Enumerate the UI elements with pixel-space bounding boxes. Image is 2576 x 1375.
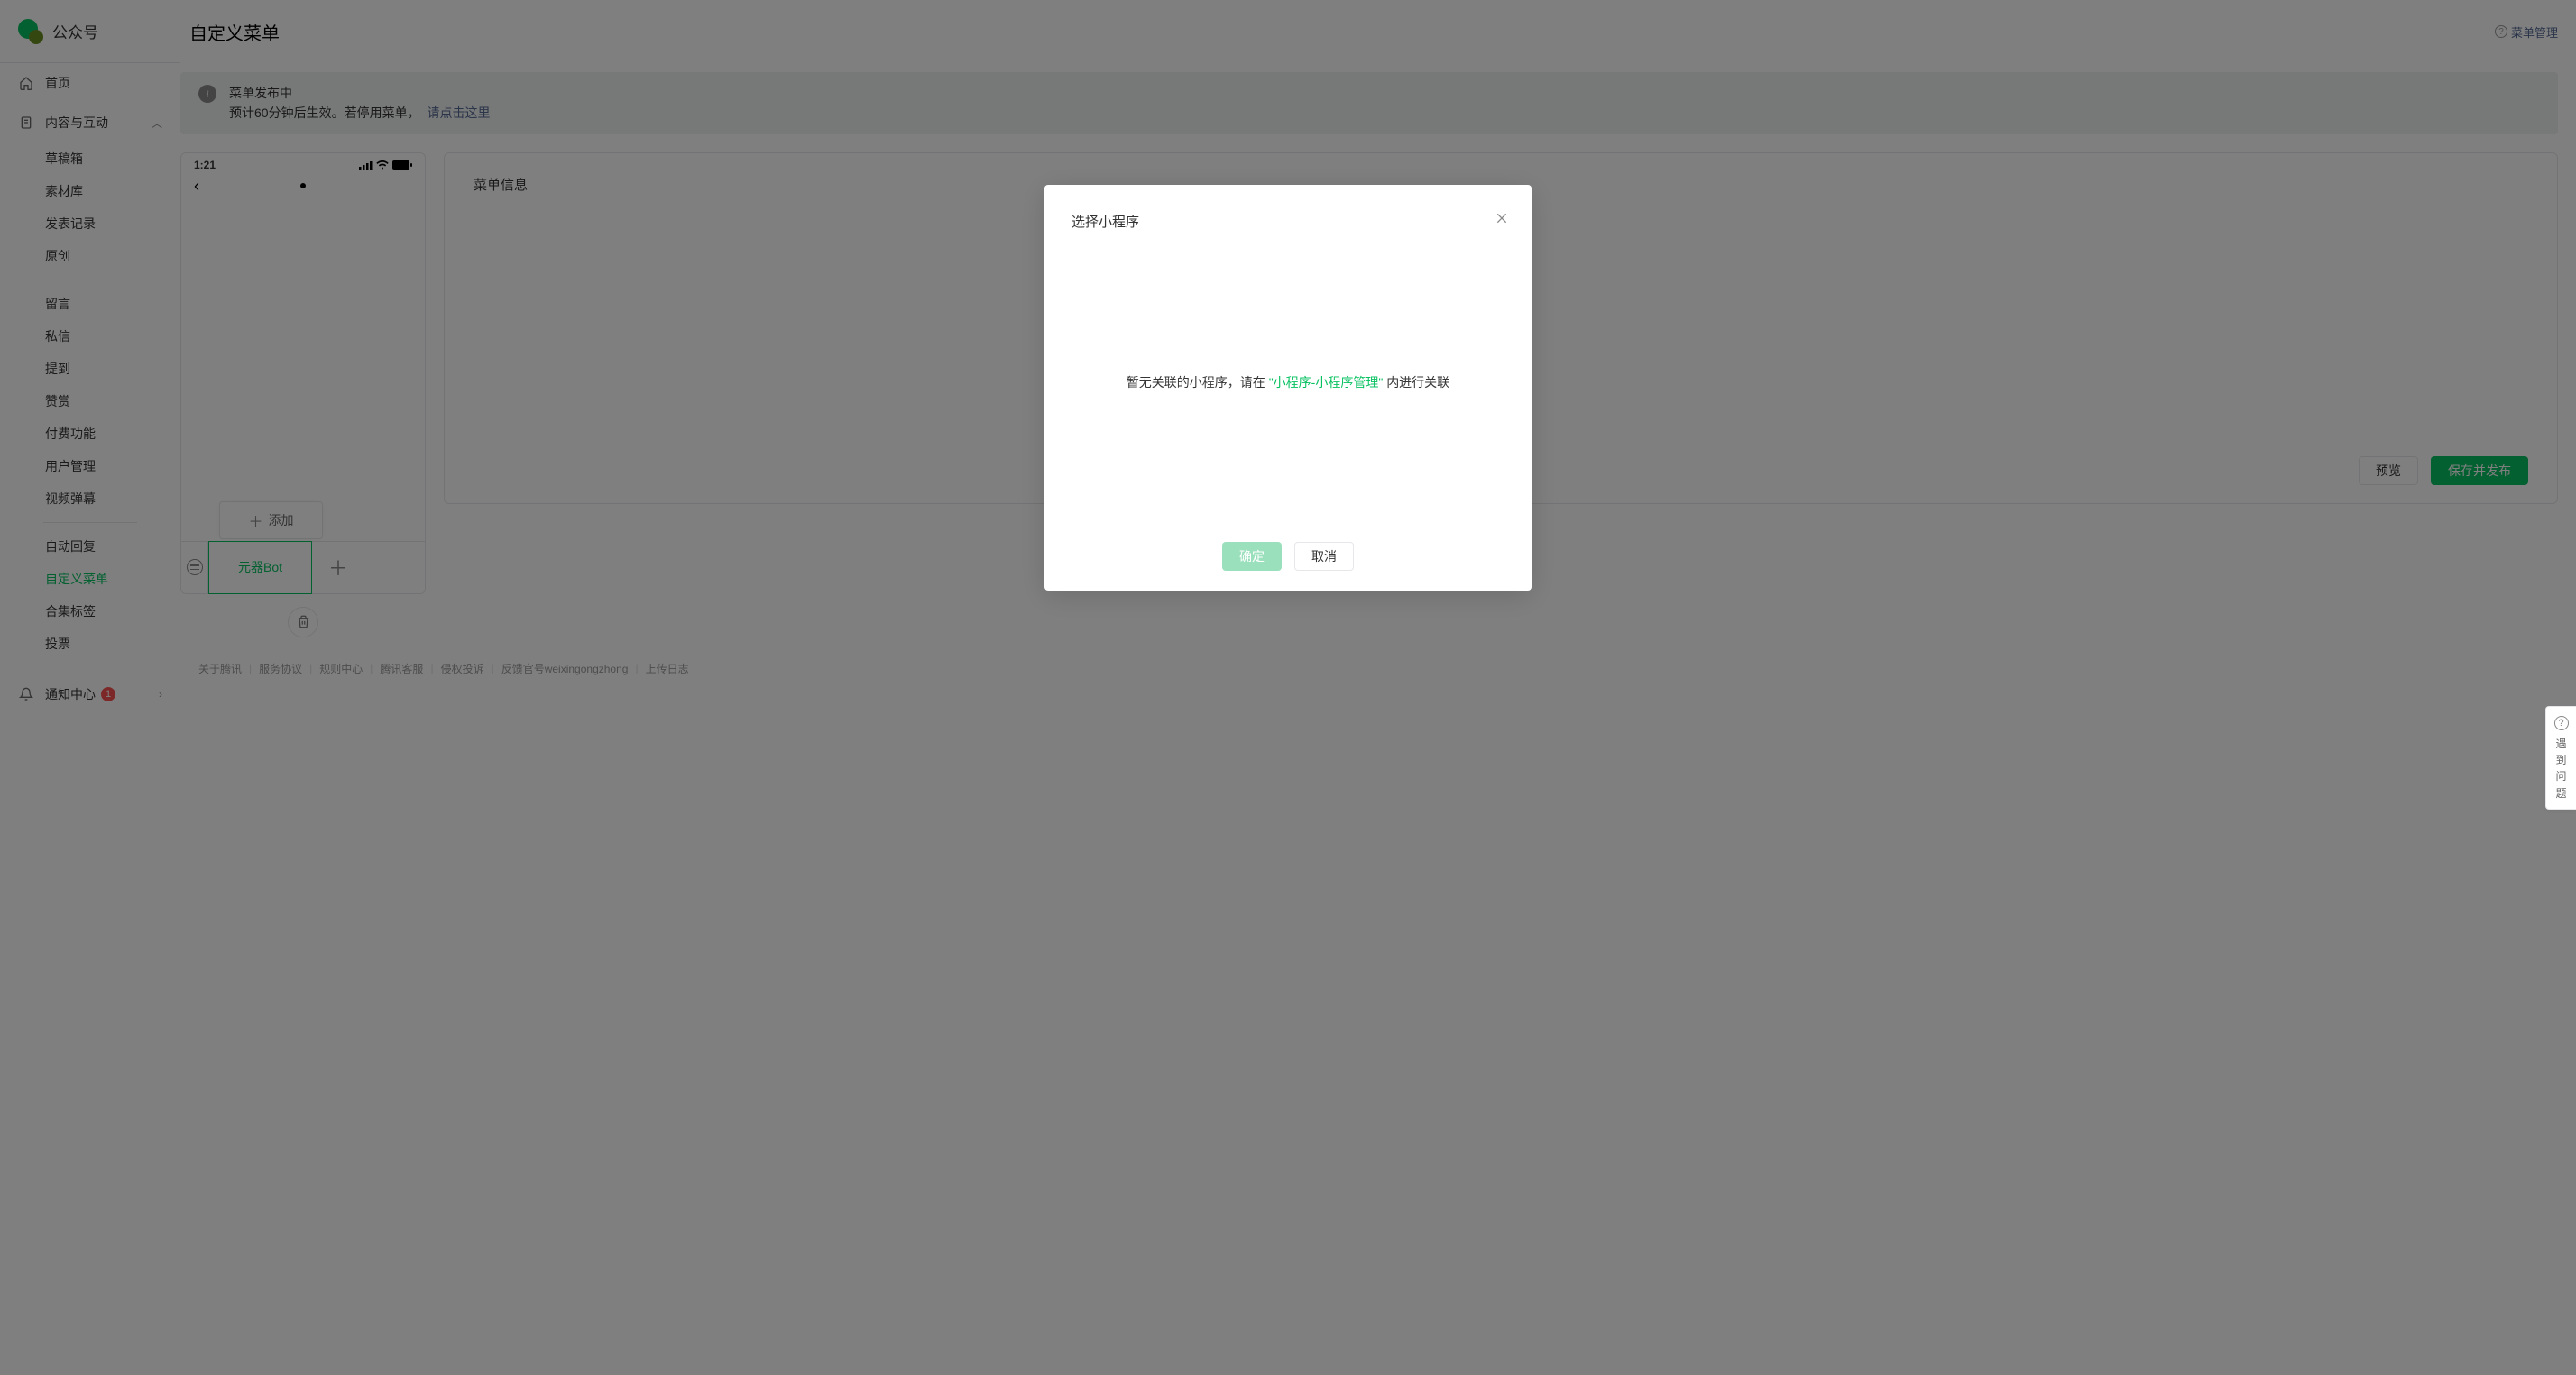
modal-manage-link[interactable]: "小程序-小程序管理" — [1269, 375, 1384, 390]
close-icon — [1495, 211, 1509, 225]
modal-empty-text-a: 暂无关联的小程序，请在 — [1127, 375, 1265, 390]
modal-body: 暂无关联的小程序，请在 "小程序-小程序管理" 内进行关联 — [1072, 231, 1504, 533]
help-circle-icon: ? — [2554, 716, 2569, 730]
select-miniprogram-modal: 选择小程序 暂无关联的小程序，请在 "小程序-小程序管理" 内进行关联 确定 取… — [1044, 185, 1532, 591]
modal-empty-text-b: 内进行关联 — [1386, 375, 1449, 390]
float-help-char-2: 到 — [2555, 754, 2566, 766]
modal-overlay[interactable]: 选择小程序 暂无关联的小程序，请在 "小程序-小程序管理" 内进行关联 确定 取… — [0, 0, 2576, 1375]
modal-close-button[interactable] — [1492, 208, 1512, 228]
modal-cancel-button[interactable]: 取消 — [1294, 542, 1354, 571]
modal-ok-button[interactable]: 确定 — [1222, 542, 1282, 571]
float-help-char-3: 问 — [2555, 770, 2566, 783]
modal-footer: 确定 取消 — [1072, 533, 1504, 571]
float-help-button[interactable]: ? 遇 到 问 题 — [2545, 706, 2576, 811]
float-help-char-1: 遇 — [2555, 738, 2566, 750]
float-help-char-4: 题 — [2555, 787, 2566, 800]
modal-title: 选择小程序 — [1072, 212, 1504, 231]
